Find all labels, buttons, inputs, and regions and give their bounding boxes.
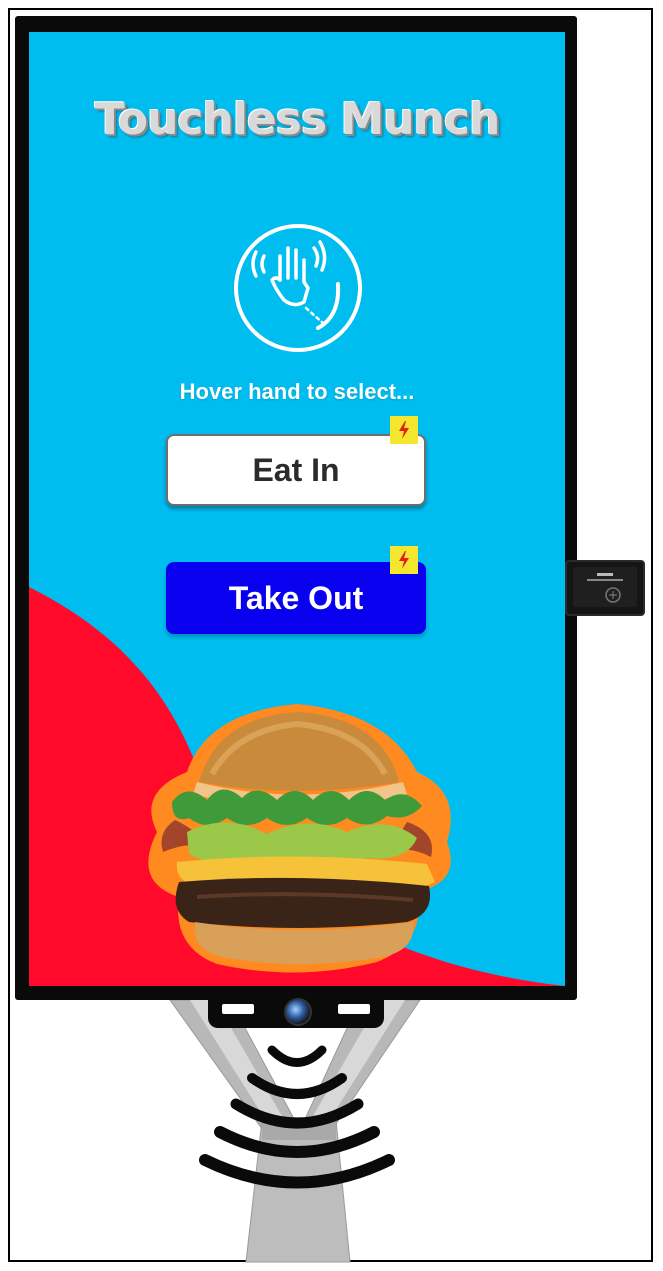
- camera-icon: [284, 998, 312, 1026]
- hand-wave-gesture-icon: [234, 224, 362, 352]
- burger-image: [148, 704, 451, 973]
- kiosk-screen: Touchless Munch Hover hand to select... …: [29, 32, 565, 986]
- take-out-label: Take Out: [228, 579, 364, 616]
- sensor-slot: [222, 1004, 254, 1014]
- eat-in-label: Eat In: [252, 451, 340, 488]
- sensor-slot: [338, 1004, 370, 1014]
- hover-instruction: Hover hand to select...: [179, 379, 415, 404]
- camera-sensor-bar: [208, 996, 384, 1028]
- card-reader: [565, 560, 645, 616]
- lightning-icon: [390, 546, 418, 574]
- take-out-button[interactable]: Take Out: [166, 562, 426, 634]
- app-title: Touchless Munch: [94, 94, 501, 145]
- eat-in-button[interactable]: Eat In: [166, 434, 426, 506]
- lightning-icon: [390, 416, 418, 444]
